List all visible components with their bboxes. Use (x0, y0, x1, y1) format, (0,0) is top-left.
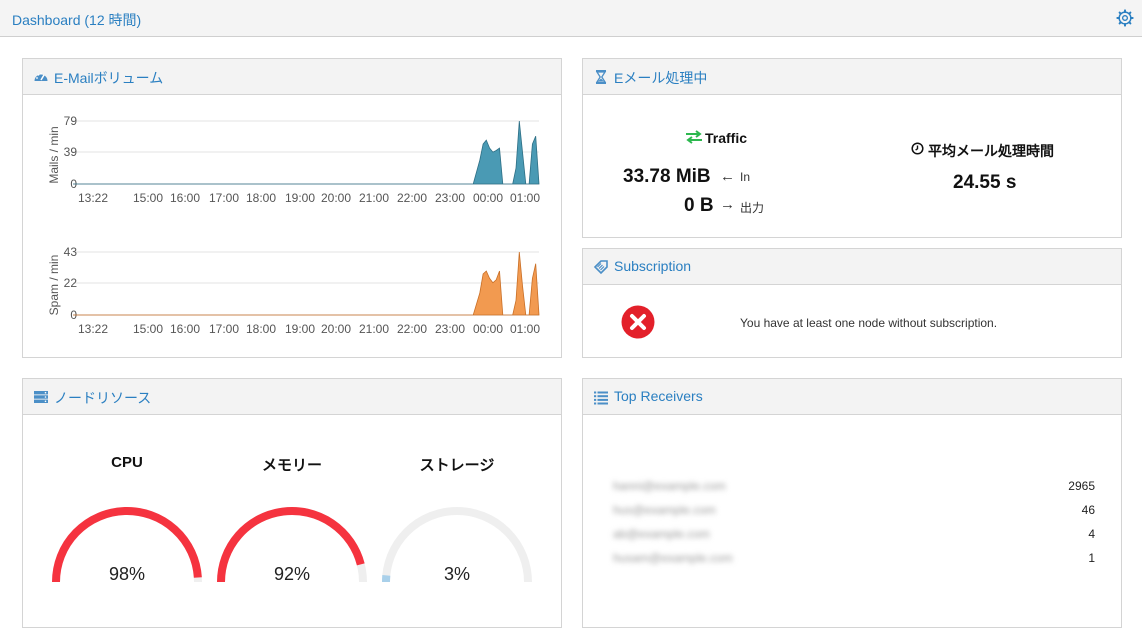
receiver-count: 2965 (1068, 479, 1095, 493)
mail-xtick: 01:00 (510, 191, 540, 205)
subscription-title: Subscription (614, 258, 692, 274)
top-receivers-header: Top Receivers (583, 379, 1121, 415)
gear-icon[interactable] (1116, 9, 1134, 27)
list-icon (594, 391, 608, 405)
mail-ytick: 39 (64, 145, 78, 159)
email-volume-header: E-Mailボリューム (23, 59, 561, 95)
email-volume-title: E-Mailボリューム (54, 70, 164, 86)
traffic-out-label: 出力 (740, 201, 765, 215)
clock-icon (911, 142, 924, 155)
storage-gauge-label: ストレージ (419, 457, 495, 474)
spam-xtick: 15:00 (133, 322, 163, 336)
email-processing-panel: Eメール処理中 Traffic 33.78 MiB ← In 0 B → 出力 … (582, 58, 1122, 238)
arrow-right-icon: → (720, 196, 735, 213)
mail-xtick: 16:00 (170, 191, 200, 205)
spam-xtick: 21:00 (359, 322, 389, 336)
email-processing-header: Eメール処理中 (583, 59, 1121, 95)
mail-xtick: 17:00 (209, 191, 239, 205)
page-title: Dashboard (12 時間) (12, 12, 142, 28)
receiver-count: 4 (1088, 527, 1095, 541)
storage-gauge-value: 3% (443, 564, 470, 584)
receiver-email: hanni@example.com (613, 479, 726, 493)
subscription-panel: Subscription You have at least one node … (582, 248, 1122, 358)
mails-per-minute-chart: Mails / min 79 39 0 13:22 15:00 16:00 17:00… (47, 114, 540, 336)
mail-xtick: 18:00 (246, 191, 276, 205)
node-resources-title: ノードリソース (54, 390, 152, 406)
memory-gauge-value: 92% (273, 564, 311, 584)
mail-xtick: 23:00 (435, 191, 465, 205)
top-receivers-title: Top Receivers (614, 388, 703, 404)
spam-xtick: 22:00 (397, 322, 427, 336)
arrow-left-icon: ← (720, 168, 735, 185)
spam-xtick: 01:00 (510, 322, 540, 336)
mail-xtick: 21:00 (359, 191, 389, 205)
traffic-in-label: In (740, 170, 751, 184)
mail-chart-ylabel: Mails / min (47, 126, 61, 183)
error-x-icon (621, 305, 655, 339)
email-volume-panel: E-Mailボリューム Mails / min 79 39 0 13:22 15:… (22, 58, 562, 358)
subscription-message: You have at least one node without subsc… (740, 316, 998, 330)
spam-chart-xticks: 13:22 15:00 16:00 17:00 18:00 19:00 20:00 21:00… (78, 322, 540, 336)
spam-xtick: 23:00 (435, 322, 465, 336)
mail-xtick: 22:00 (397, 191, 427, 205)
spam-chart-ylabel: Spam / min (47, 255, 61, 316)
mail-xtick: 00:00 (473, 191, 503, 205)
spam-xtick: 16:00 (170, 322, 200, 336)
mail-xtick: 13:22 (78, 191, 108, 205)
node-resources-header: ノードリソース (23, 379, 561, 415)
receiver-count: 1 (1088, 551, 1095, 565)
mail-ytick: 79 (64, 114, 78, 128)
spam-ytick: 22 (64, 276, 78, 290)
node-resources-panel: ノードリソース CPU メモリー ストレージ 98% 92% 3% (22, 378, 562, 628)
traffic-label: Traffic (705, 130, 748, 146)
memory-gauge-label: メモリー (261, 457, 322, 474)
spam-xtick: 20:00 (321, 322, 351, 336)
mail-xtick: 20:00 (321, 191, 351, 205)
spam-xtick: 19:00 (285, 322, 315, 336)
receiver-count: 46 (1081, 503, 1095, 517)
tag-icon (593, 260, 608, 275)
mail-chart-gridlines (73, 120, 539, 185)
mail-chart-xticks: 13:22 15:00 16:00 17:00 18:00 19:00 20:00 21:00… (78, 191, 540, 205)
hourglass-icon (595, 70, 607, 84)
cpu-gauge-label: CPU (111, 454, 143, 471)
subscription-header: Subscription (583, 249, 1121, 285)
receiver-email: ab@example.com (613, 527, 710, 541)
avg-processing-label: 平均メール処理時間 (928, 143, 1054, 159)
spam-ytick: 43 (64, 245, 78, 259)
spam-xtick: 13:22 (78, 322, 108, 336)
dashboard-header: Dashboard (12 時間) (0, 0, 1142, 37)
mail-xtick: 15:00 (133, 191, 163, 205)
mail-xtick: 19:00 (285, 191, 315, 205)
traffic-out-value: 0 B (684, 195, 714, 216)
spam-xtick: 00:00 (473, 322, 503, 336)
spam-xtick: 18:00 (246, 322, 276, 336)
transfer-arrows-icon (686, 130, 702, 144)
top-receivers-panel: Top Receivers hanni@example.com 2965 hus… (582, 378, 1122, 628)
email-processing-title: Eメール処理中 (614, 70, 708, 86)
spam-chart-gridlines (73, 251, 539, 316)
traffic-in-value: 33.78 MiB (623, 166, 711, 187)
avg-processing-value: 24.55 s (953, 172, 1017, 193)
receiver-email: husam@example.com (613, 551, 733, 565)
receiver-email: hus@example.com (613, 503, 716, 517)
server-icon (34, 391, 48, 403)
cpu-gauge-value: 98% (108, 564, 146, 584)
spam-xtick: 17:00 (209, 322, 239, 336)
dashboard-icon (34, 72, 48, 81)
